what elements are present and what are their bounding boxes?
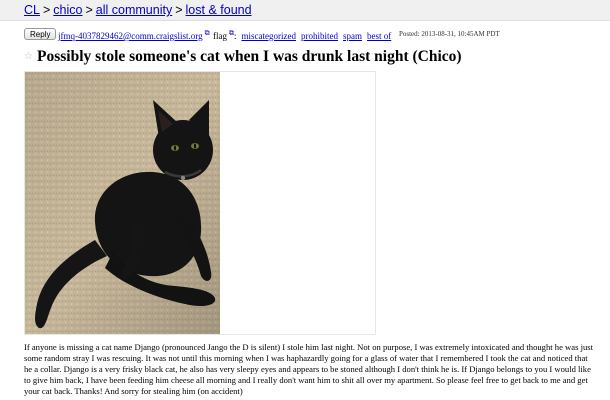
reply-email-text[interactable]: jfmq-4037829462@comm.craigslist.org <box>58 31 203 41</box>
post-title-row: ☆ Possibly stole someone's cat when I was… <box>24 48 462 66</box>
cat-photo[interactable] <box>25 72 220 334</box>
flag-label: flag <box>213 31 227 41</box>
breadcrumb-separator: > <box>175 3 183 17</box>
breadcrumb-all-community-link[interactable]: all community <box>96 3 172 17</box>
reply-button[interactable]: Reply <box>24 28 57 40</box>
page-title: Possibly stole someone's cat when I was … <box>37 48 462 65</box>
breadcrumb-cl-link[interactable]: CL <box>24 3 40 17</box>
cat-photo-image <box>25 72 220 334</box>
flag-section: flag ⧉: miscategorized prohibited spam best o… <box>213 29 391 41</box>
breadcrumb-separator: > <box>85 3 93 17</box>
breadcrumb-lost-found-link[interactable]: lost & found <box>186 3 252 17</box>
breadcrumb: CL > chico > all community > lost & found <box>24 3 252 17</box>
flag-prohibited-link[interactable]: prohibited <box>301 31 338 41</box>
flag-spam-link[interactable]: spam <box>343 31 362 41</box>
top-navigation-bar: CL > chico > all community > lost & found <box>0 0 610 21</box>
external-link-icon: ⧉ <box>204 29 210 37</box>
star-icon[interactable]: ☆ <box>24 51 34 62</box>
image-gallery <box>24 71 376 335</box>
breadcrumb-chico-link[interactable]: chico <box>53 3 82 17</box>
flag-miscategorized-link[interactable]: miscategorized <box>242 31 296 41</box>
posted-date: Posted: 2013-08-31, 10:45AM PDT <box>399 30 500 38</box>
reply-email-link[interactable]: jfmq-4037829462@comm.craigslist.org ⧉ <box>58 29 210 41</box>
breadcrumb-separator: > <box>42 3 51 17</box>
flag-colon: : <box>234 31 237 41</box>
flag-best-of-link[interactable]: best of <box>367 31 391 41</box>
post-body: If anyone is missing a cat name Django (… <box>24 342 593 396</box>
post-action-bar: Reply jfmq-4037829462@comm.craigslist.or… <box>24 28 594 44</box>
